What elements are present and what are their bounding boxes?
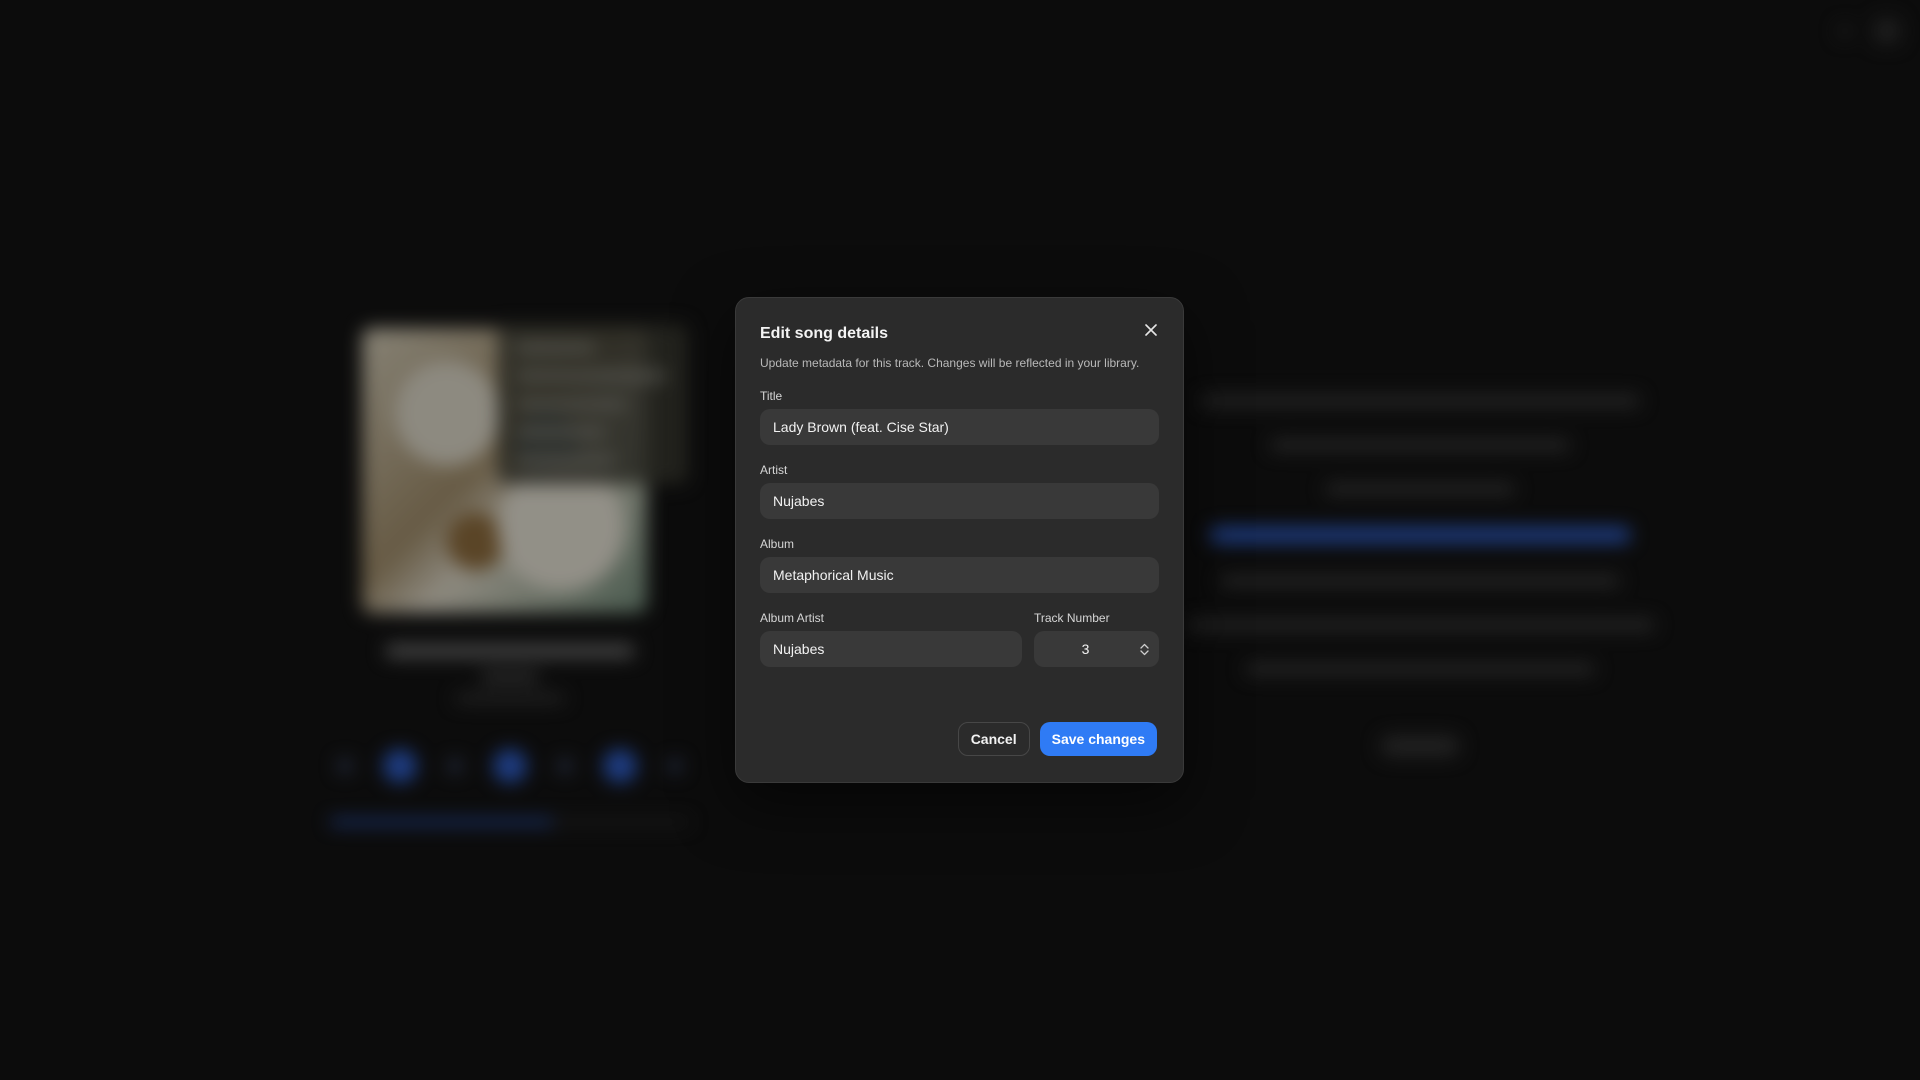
artist-field: Artist — [760, 463, 1159, 519]
title-label: Title — [760, 389, 783, 403]
save-changes-button[interactable]: Save changes — [1039, 722, 1157, 756]
track-number-label: Track Number — [1034, 611, 1110, 625]
close-button[interactable] — [1139, 318, 1163, 342]
album-label: Album — [760, 537, 795, 551]
dialog-actions: Cancel Save changes — [957, 722, 1157, 756]
album-artist-label: Album Artist — [760, 611, 825, 625]
album-artist-track-row: Album Artist Track Number 3 — [760, 611, 1159, 667]
track-number-field: Track Number 3 — [1034, 611, 1159, 667]
track-number-stepper[interactable]: 3 — [1034, 631, 1159, 667]
album-artist-input[interactable] — [760, 631, 1022, 667]
dialog-title: Edit song details — [760, 325, 889, 342]
close-icon — [1145, 324, 1157, 336]
stepper-arrows[interactable] — [1129, 643, 1159, 656]
artist-label: Artist — [760, 463, 788, 477]
app-window: Edit song details Update metadata for th… — [0, 0, 1920, 1080]
edit-song-dialog: Edit song details Update metadata for th… — [735, 297, 1184, 783]
chevron-down-icon[interactable] — [1139, 649, 1149, 656]
title-input[interactable] — [760, 409, 1159, 445]
album-input[interactable] — [760, 557, 1159, 593]
album-field: Album — [760, 537, 1159, 593]
cancel-button[interactable]: Cancel — [957, 722, 1030, 756]
dialog-description: Update metadata for this track. Changes … — [760, 356, 1140, 370]
album-artist-field: Album Artist — [760, 611, 1022, 667]
artist-input[interactable] — [760, 483, 1159, 519]
title-field: Title — [760, 389, 1159, 445]
track-number-value[interactable]: 3 — [1034, 641, 1129, 657]
chevron-up-icon[interactable] — [1139, 643, 1149, 649]
